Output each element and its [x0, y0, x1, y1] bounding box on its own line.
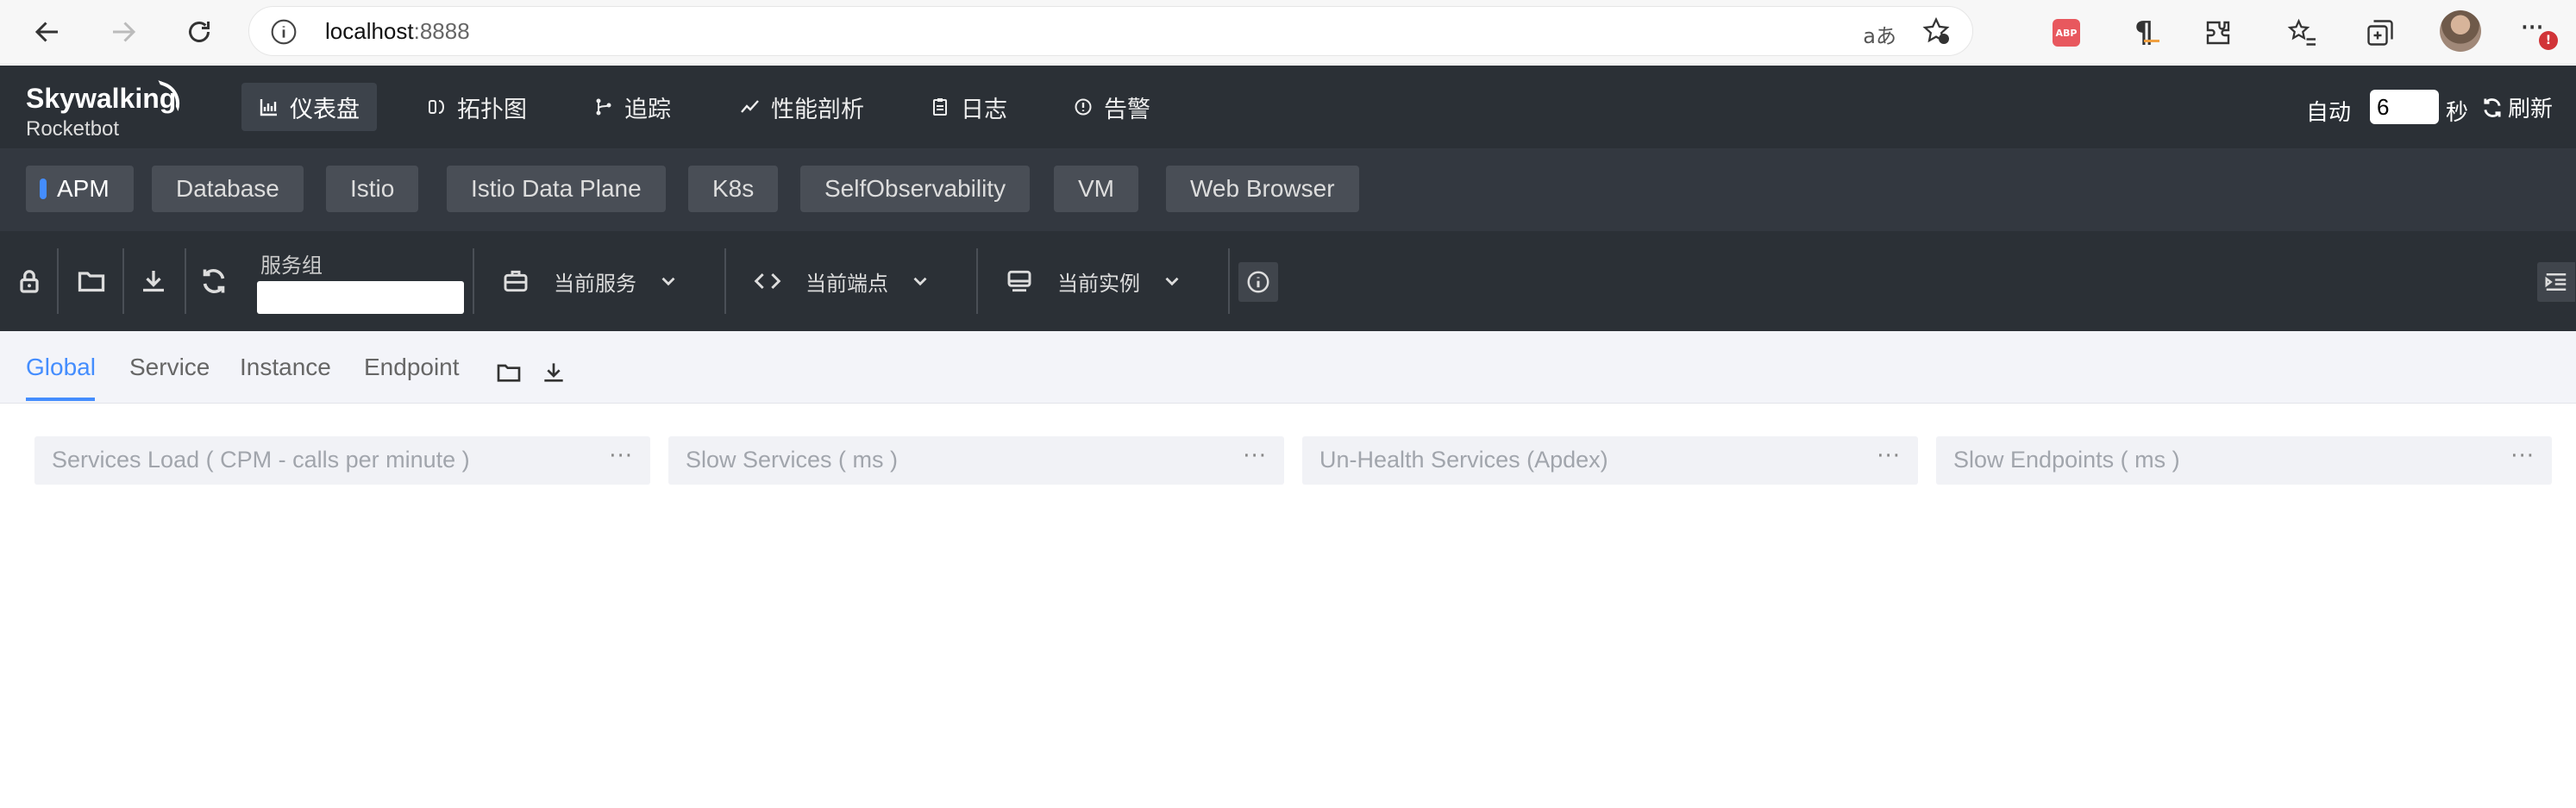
- code-icon: [754, 272, 781, 290]
- tab-instance[interactable]: Instance: [240, 354, 331, 381]
- layer-tab-k8s[interactable]: K8s: [688, 166, 779, 212]
- folder-icon[interactable]: [76, 266, 107, 297]
- layer-tab-selfobservability[interactable]: SelfObservability: [800, 166, 1031, 212]
- toolbar-divider: [1228, 248, 1230, 314]
- notification-badge: !: [2539, 31, 2558, 50]
- widget-slow-services: Slow Services ( ms ) ···: [668, 436, 1284, 485]
- widget-slow-endpoints: Slow Endpoints ( ms ) ···: [1936, 436, 2552, 485]
- toolbar-divider: [57, 248, 59, 314]
- widget-title: Un-Health Services (Apdex): [1319, 447, 1608, 473]
- nav-alarm[interactable]: 告警: [1056, 83, 1168, 131]
- favorite-star-icon[interactable]: [1921, 16, 1952, 47]
- site-info-icon[interactable]: [270, 18, 298, 46]
- url-text[interactable]: localhost:8888: [325, 18, 470, 45]
- app-header: Skywalking Rocketbot 仪表盘 拓扑图 追踪 性能剖析 日志 …: [0, 66, 2576, 148]
- widget-menu-icon[interactable]: ···: [2510, 443, 2535, 469]
- chevron-down-icon: [661, 277, 675, 286]
- active-indicator: [40, 179, 47, 199]
- layer-tab-apm[interactable]: APM: [26, 166, 134, 212]
- widget-menu-icon[interactable]: ···: [1243, 443, 1267, 469]
- dashboard-tab-bar: Global Service Instance Endpoint: [0, 331, 2576, 404]
- layer-tab-istio[interactable]: Istio: [326, 166, 419, 212]
- chevron-down-icon: [1165, 277, 1179, 286]
- adblock-extension-icon[interactable]: ABP: [2053, 19, 2080, 47]
- nav-log[interactable]: 日志: [912, 83, 1025, 131]
- active-tab-underline: [26, 398, 95, 401]
- tab-service[interactable]: Service: [129, 354, 210, 381]
- sync-icon[interactable]: [198, 266, 229, 297]
- nav-topology[interactable]: 拓扑图: [409, 83, 544, 131]
- layer-tab-web-browser[interactable]: Web Browser: [1166, 166, 1359, 212]
- extensions-puzzle-icon[interactable]: [2201, 16, 2235, 50]
- layer-tab-bar: APM Database Istio Istio Data Plane K8s …: [0, 148, 2576, 231]
- refresh-interval-input[interactable]: [2370, 90, 2439, 124]
- toolbar-divider: [122, 248, 124, 314]
- favorites-list-icon[interactable]: [2285, 16, 2320, 50]
- lock-icon[interactable]: [14, 266, 45, 297]
- info-button[interactable]: [1238, 262, 1278, 302]
- alarm-icon: [1075, 98, 1092, 116]
- logo-subtitle: Rocketbot: [26, 117, 120, 141]
- nav-dashboard[interactable]: 仪表盘: [241, 83, 377, 131]
- read-aloud-icon[interactable]: aあ: [1863, 19, 1896, 49]
- endpoint-selector[interactable]: 当前端点: [754, 248, 931, 314]
- auto-refresh-label[interactable]: 自动: [2306, 95, 2351, 127]
- service-group-input[interactable]: [257, 281, 464, 314]
- widget-menu-icon[interactable]: ···: [1877, 443, 1901, 469]
- pilcrow-extension-icon[interactable]: ¶: [2127, 16, 2161, 50]
- widget-title: Slow Endpoints ( ms ): [1953, 447, 2180, 473]
- service-group-label: 服务组: [260, 254, 323, 278]
- tab-endpoint[interactable]: Endpoint: [364, 354, 460, 381]
- nav-trace[interactable]: 追踪: [576, 83, 688, 131]
- service-selector[interactable]: 当前服务: [502, 248, 680, 314]
- info-icon: [1247, 271, 1269, 293]
- download-icon[interactable]: [540, 359, 567, 386]
- layer-tab-database[interactable]: Database: [152, 166, 304, 212]
- profile-icon: [741, 100, 759, 113]
- tab-global[interactable]: Global: [26, 354, 96, 381]
- toolbar-divider: [724, 248, 726, 314]
- forward-button[interactable]: [102, 10, 145, 53]
- server-icon: [1007, 270, 1031, 292]
- arrow-left-icon: [34, 22, 58, 42]
- chevron-down-icon: [913, 277, 927, 286]
- seconds-label: 秒: [2446, 100, 2469, 126]
- toolbar-divider: [473, 248, 474, 314]
- reload-button[interactable]: [178, 10, 221, 53]
- dashboard-icon: [260, 99, 277, 116]
- log-icon: [933, 98, 947, 116]
- widget-unhealth-services: Un-Health Services (Apdex) ···: [1302, 436, 1918, 485]
- nav-profile[interactable]: 性能剖析: [723, 83, 881, 131]
- trace-icon: [596, 98, 611, 116]
- refresh-icon: [2484, 97, 2501, 117]
- collapse-panel-button[interactable]: [2537, 262, 2575, 302]
- instance-selector[interactable]: 当前实例: [1006, 248, 1183, 314]
- widget-title: Slow Services ( ms ): [686, 447, 899, 473]
- download-icon[interactable]: [138, 266, 169, 297]
- layer-tab-istio-data-plane[interactable]: Istio Data Plane: [447, 166, 666, 212]
- topology-icon: [429, 100, 445, 114]
- widget-title: Services Load ( CPM - calls per minute ): [52, 447, 470, 473]
- toolbar-divider: [976, 248, 978, 314]
- briefcase-icon: [504, 270, 528, 292]
- dashboard-toolbar: 服务组 当前服务 当前端点 当前实例: [0, 231, 2576, 331]
- back-button[interactable]: [26, 10, 69, 53]
- folder-icon[interactable]: [495, 359, 523, 386]
- widget-menu-icon[interactable]: ···: [609, 443, 633, 469]
- reload-icon: [189, 22, 210, 42]
- toolbar-divider: [185, 248, 186, 314]
- collections-icon[interactable]: [2363, 16, 2397, 50]
- layer-tab-vm[interactable]: VM: [1054, 166, 1138, 212]
- address-bar[interactable]: localhost:8888 aあ: [248, 6, 1973, 56]
- browser-toolbar: localhost:8888 aあ ABP ¶ ··· !: [0, 0, 2576, 65]
- refresh-button[interactable]: 刷新: [2480, 91, 2553, 123]
- arrow-right-icon: [113, 22, 136, 42]
- profile-avatar[interactable]: [2440, 10, 2481, 52]
- indent-icon: [2545, 273, 2567, 291]
- widget-services-load: Services Load ( CPM - calls per minute )…: [34, 436, 650, 485]
